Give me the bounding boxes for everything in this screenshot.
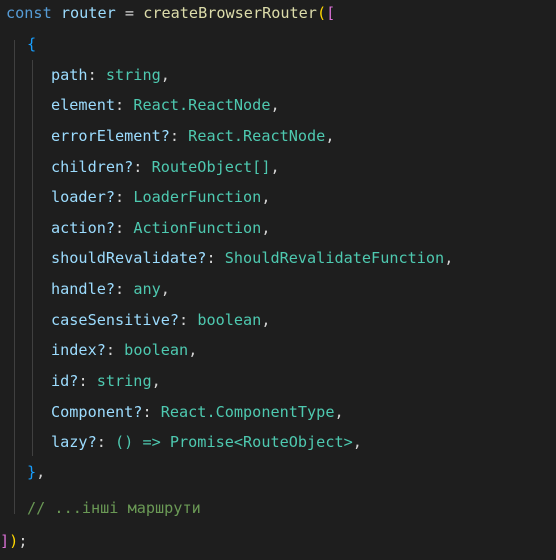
colon-separator: : [78,372,97,390]
function-name: createBrowserRouter [143,4,317,22]
property-key: lazy? [51,433,97,451]
colon-separator: : [115,188,134,206]
operator-equals: = [124,4,135,22]
semicolon: ; [18,532,28,550]
property-type: LoaderFunction [133,188,262,206]
property-key: shouldRevalidate? [51,249,207,267]
comma: , [261,188,271,206]
property-type: string [96,372,152,390]
property-line: caseSensitive?: boolean, [51,305,270,335]
comma: , [325,127,335,145]
property-type: ShouldRevalidateFunction [224,249,445,267]
colon-separator: : [179,311,198,329]
code-line-1: const router = createBrowserRouter([ [6,0,335,28]
property-key: Component? [51,403,143,421]
property-line: path: string, [51,60,170,90]
property-line: handle?: any, [51,274,170,304]
colon-separator: : [142,403,161,421]
property-key: children? [51,158,134,176]
close-bracket: ] [0,532,10,550]
property-type: React.ReactNode [133,96,271,114]
code-comment: // ...інші маршрути [27,499,201,517]
property-key: path [51,66,88,84]
property-line: index?: boolean, [51,335,197,365]
comma: , [270,158,280,176]
colon-separator: : [87,66,106,84]
property-line: loader?: LoaderFunction, [51,182,270,212]
property-key: id? [51,372,79,390]
property-type: boolean [197,311,262,329]
property-line: id?: string, [51,366,161,396]
property-line: shouldRevalidate?: ShouldRevalidateFunct… [51,243,453,273]
property-type: boolean [124,341,189,359]
comma: , [151,372,161,390]
indent-guide [14,40,15,514]
close-brace: } [27,463,37,481]
comma: , [261,311,271,329]
property-type: string [105,66,161,84]
comma: , [188,341,198,359]
code-editor[interactable]: const router = createBrowserRouter([ { p… [0,0,556,560]
property-key: index? [51,341,106,359]
comma: , [352,433,362,451]
property-type: React.ReactNode [188,127,326,145]
colon-separator: : [206,249,225,267]
comma: , [160,66,170,84]
property-line: Component?: React.ComponentType, [51,397,344,427]
property-type: React.ComponentType [160,403,335,421]
property-type: RouteObject[] [151,158,271,176]
property-line: children?: RouteObject[], [51,152,280,182]
property-line: action?: ActionFunction, [51,213,270,243]
property-key: element [51,96,116,114]
colon-separator: : [115,280,134,298]
property-type: any [133,280,161,298]
colon-separator: : [115,96,134,114]
comma: , [36,463,46,481]
colon-separator: : [115,219,134,237]
open-brace: { [27,35,37,53]
comma: , [334,403,344,421]
open-paren: ( [316,4,327,22]
comma: , [444,249,454,267]
property-key: caseSensitive? [51,311,180,329]
property-key: handle? [51,280,116,298]
variable-router: router [60,4,116,22]
indent-guide [32,60,33,456]
colon-separator: : [96,433,116,451]
property-key: loader? [51,188,116,206]
code-line-16: }, [27,457,45,487]
property-type: () => Promise<RouteObject> [115,433,353,451]
comma: , [261,219,271,237]
property-key: errorElement? [51,127,170,145]
code-line-2: { [27,29,36,59]
comma: , [160,280,170,298]
open-bracket: [ [326,4,336,22]
colon-separator: : [169,127,189,145]
comma: , [270,96,280,114]
property-type: ActionFunction [133,219,262,237]
colon-separator: : [105,341,125,359]
property-key: action? [51,219,116,237]
keyword-const: const [6,4,52,22]
colon-separator: : [133,158,152,176]
property-line: errorElement?: React.ReactNode, [51,121,334,151]
property-line: element: React.ReactNode, [51,90,280,120]
code-line-18: ]); [0,526,27,556]
close-paren: ) [9,532,19,550]
property-line: lazy?: () => Promise<RouteObject>, [51,427,362,457]
